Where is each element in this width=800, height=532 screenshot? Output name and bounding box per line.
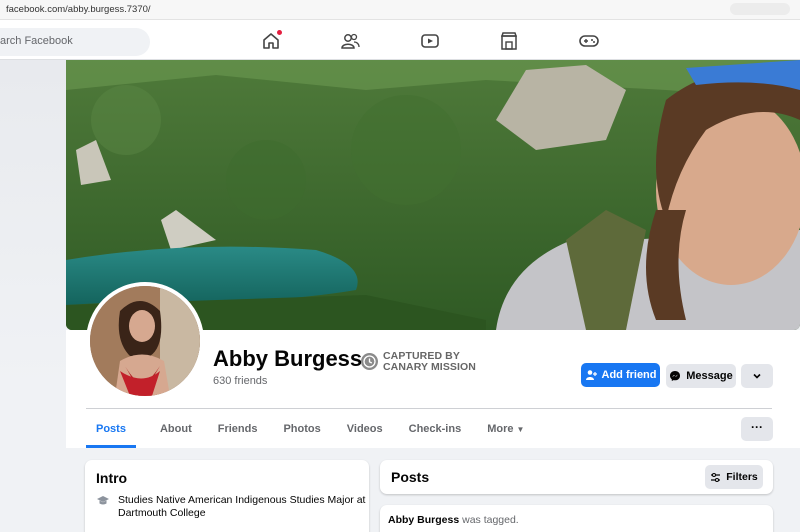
add-friend-label: Add friend [601,369,657,381]
posts-header-card: Posts Filters [380,460,773,494]
more-options-button[interactable]: ··· [741,417,773,441]
tab-friends[interactable]: Friends [208,410,268,448]
gaming-icon[interactable] [578,30,600,52]
tagged-action: was tagged. [459,514,519,526]
add-friend-button[interactable]: Add friend [581,363,660,387]
notification-dot [277,30,282,35]
captured-badge: CAPTURED BY CANARY MISSION [361,351,476,373]
message-button[interactable]: Message [666,364,736,388]
tab-label: Check-ins [408,423,462,435]
posts-title: Posts [391,469,430,485]
graduation-cap-icon [96,494,110,520]
filters-label: Filters [726,471,758,483]
message-label: Message [686,370,733,382]
sliders-icon [711,472,721,482]
page-gutter [0,60,66,390]
profile-picture[interactable] [86,282,204,400]
profile-tabs: Posts About Friends Photos Videos Check-… [86,410,534,448]
tab-check-ins[interactable]: Check-ins [399,410,472,448]
tab-label: Photos [283,423,321,435]
cover-photo[interactable] [66,60,800,330]
filters-button[interactable]: Filters [705,465,763,489]
browser-address-bar[interactable]: facebook.com/abby.burgess.7370/ [0,0,800,20]
url-text[interactable]: facebook.com/abby.burgess.7370/ [6,4,151,15]
blurred-toolbar-area [730,3,790,15]
tab-label: Posts [96,423,126,435]
tab-posts[interactable]: Posts [86,410,136,448]
education-text: Studies Native American Indigenous Studi… [118,494,366,519]
search-placeholder: arch Facebook [0,35,73,47]
tab-label: Friends [217,423,258,435]
tagged-user-link[interactable]: Abby Burgess [388,514,459,526]
facebook-top-nav: arch Facebook [0,20,800,60]
tagged-post-card: Abby Burgess was tagged. [380,505,773,532]
caret-down-icon: ▼ [516,425,525,434]
tab-more[interactable]: More ▼ [477,410,534,448]
header-divider [86,408,772,409]
profile-options-button[interactable] [741,364,773,388]
intro-title: Intro [96,470,128,486]
tab-photos[interactable]: Photos [273,410,330,448]
tab-videos[interactable]: Videos [337,410,393,448]
education-row: Studies Native American Indigenous Studi… [96,494,368,520]
watch-icon[interactable] [419,30,441,52]
tab-label: More [487,423,514,435]
home-icon[interactable] [260,30,282,52]
tab-label: Videos [346,423,383,435]
friends-count[interactable]: 630 friends [213,375,267,387]
friends-icon[interactable] [339,30,361,52]
captured-line-2: CANARY MISSION [383,361,476,373]
tagged-post-text: Abby Burgess was tagged. [388,514,519,526]
messenger-icon [670,371,681,381]
tab-about[interactable]: About [150,410,202,448]
clock-icon [361,353,378,370]
search-input[interactable]: arch Facebook [0,28,150,56]
profile-name: Abby Burgess [213,346,363,371]
add-person-icon [585,370,597,380]
intro-card: Intro Studies Native American Indigenous… [85,460,369,532]
chevron-down-icon [753,373,761,379]
tab-label: About [159,423,192,435]
marketplace-icon[interactable] [498,30,520,52]
